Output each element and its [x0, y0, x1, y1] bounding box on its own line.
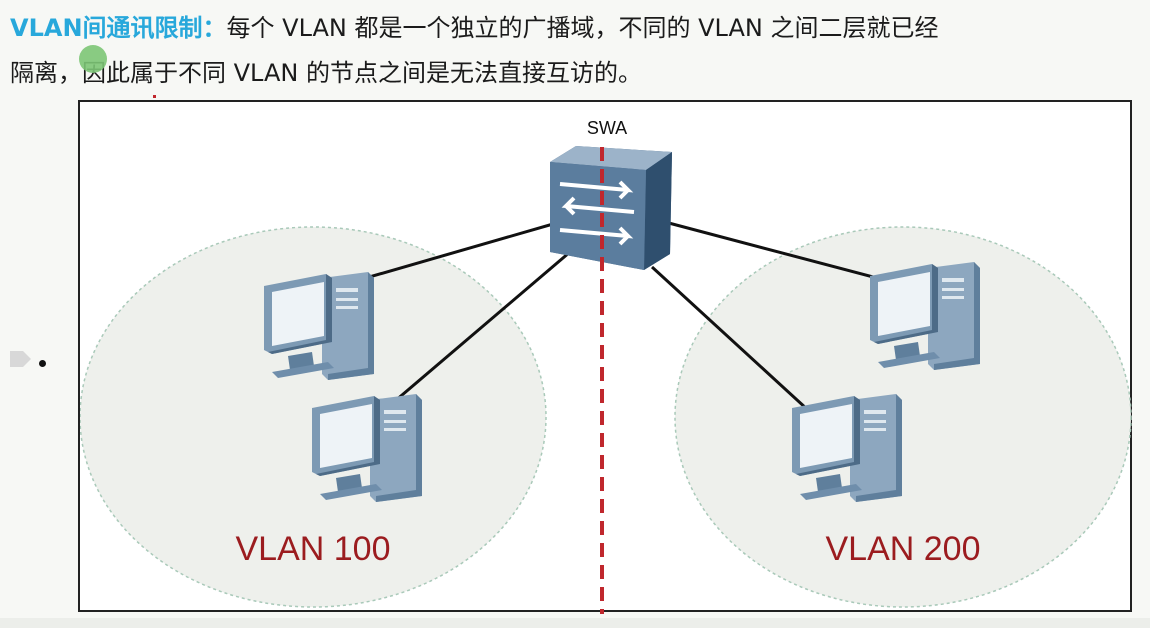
vlan-100-label: VLAN 100 — [236, 530, 391, 568]
section-title: VLAN间通讯限制： — [10, 14, 227, 42]
description-line-2: 隔离，因此属于不同 VLAN 的节点之间是无法直接互访的。 — [10, 59, 642, 87]
vlan-diagram: SWA VLAN 100 VLAN 200 — [78, 100, 1132, 614]
description-text: VLAN间通讯限制：每个 VLAN 都是一个独立的广播域，不同的 VLAN 之间… — [10, 6, 1150, 96]
diagram-canvas: SWA VLAN 100 VLAN 200 — [80, 118, 1132, 614]
description-part-1: 每个 VLAN 都是一个独立的广播域，不同的 VLAN 之间二层就已经 — [226, 14, 939, 42]
description-line-1: VLAN间通讯限制：每个 VLAN 都是一个独立的广播域，不同的 VLAN 之间… — [10, 6, 1150, 51]
pointer-highlight — [79, 45, 107, 73]
vlan-200-label: VLAN 200 — [826, 530, 981, 568]
annotation-mark — [153, 95, 156, 98]
bottom-strip — [0, 618, 1150, 628]
switch-icon — [550, 146, 672, 270]
switch-label: SWA — [587, 118, 627, 138]
bullet-dot — [39, 360, 46, 367]
bullet-arrow-icon — [10, 351, 31, 367]
